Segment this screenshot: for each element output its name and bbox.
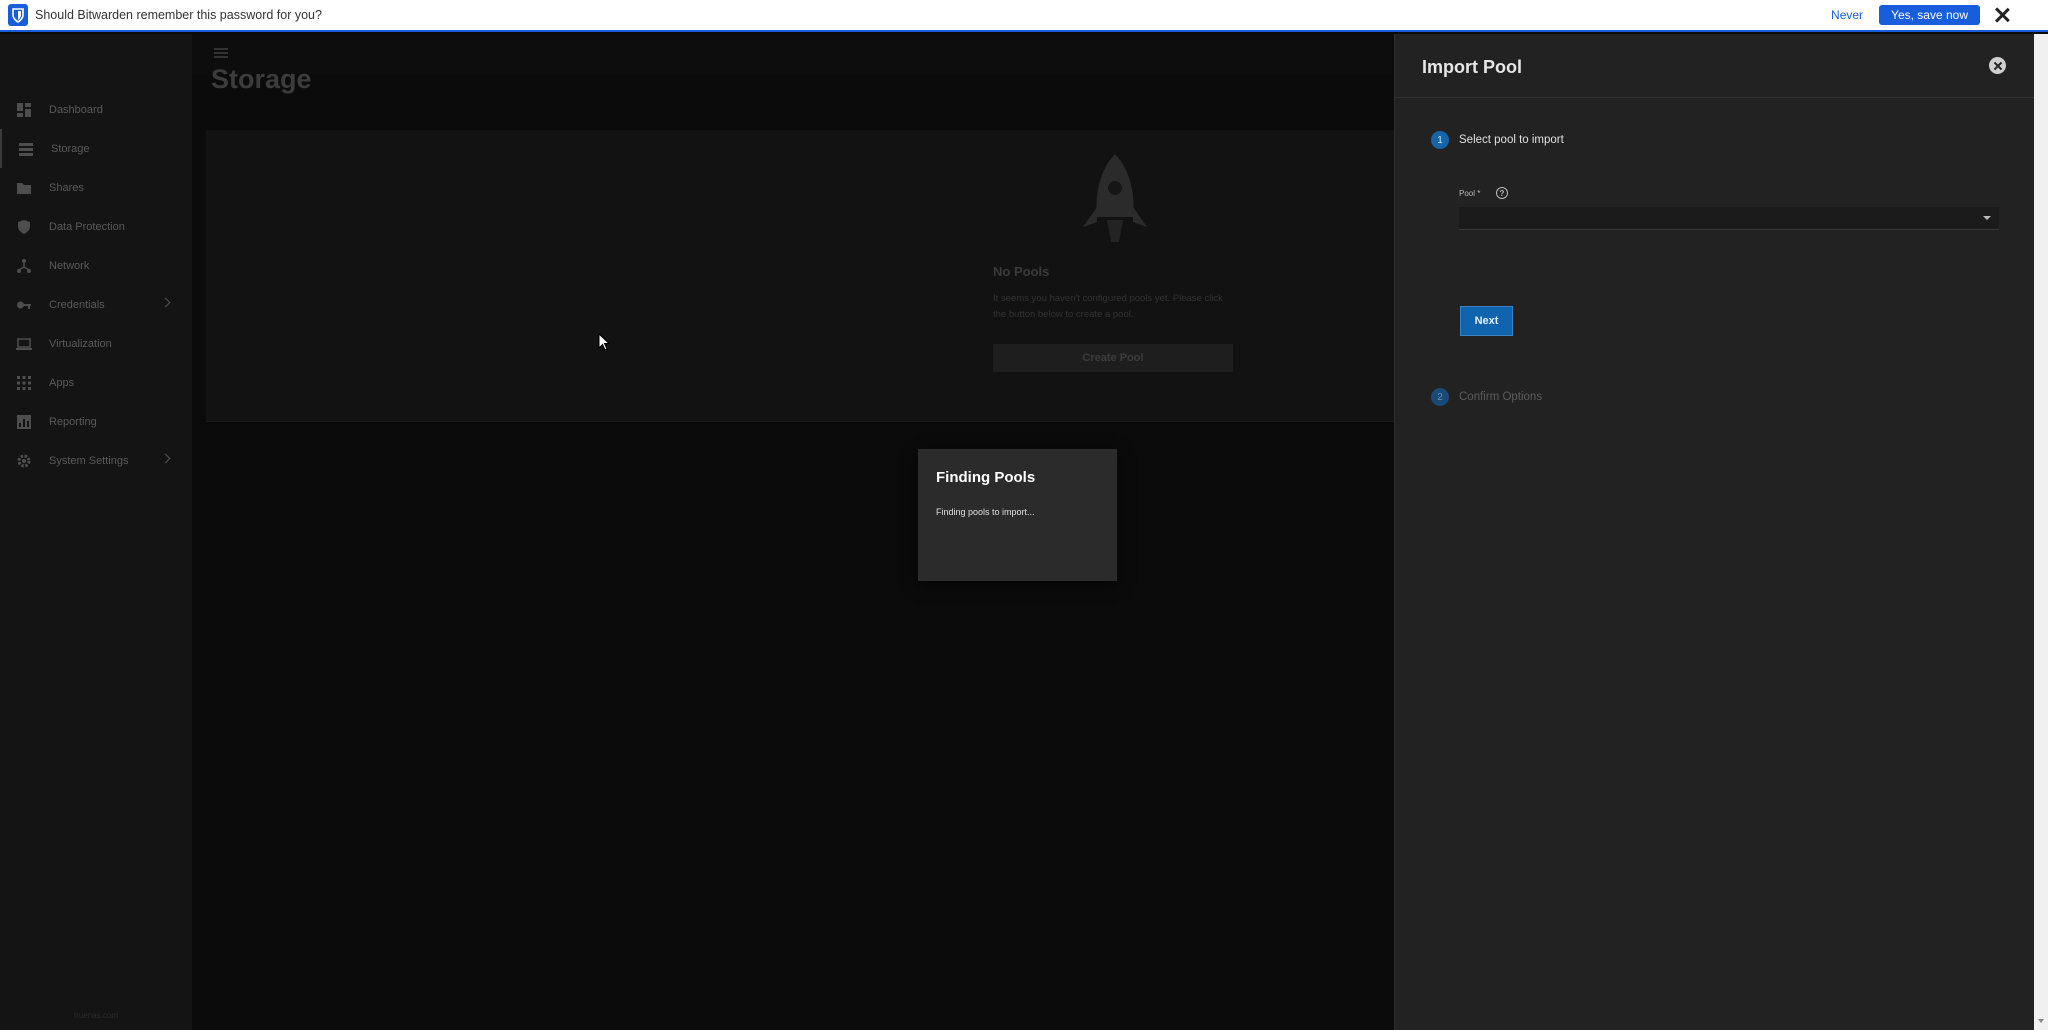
sidebar-footer: truenas.com (73, 1011, 119, 1020)
never-button[interactable]: Never (1831, 8, 1863, 22)
bitwarden-notification-bar: Should Bitwarden remember this password … (0, 0, 2048, 32)
step-number: 1 (1431, 131, 1449, 149)
dashboard-icon (17, 102, 31, 117)
mouse-cursor-icon (598, 333, 610, 351)
sidebar-item-shares[interactable]: Shares (0, 168, 192, 207)
dialog-title: Finding Pools (936, 469, 1036, 486)
save-password-button[interactable]: Yes, save now (1879, 5, 1980, 25)
sidebar-item-label: Reporting (49, 415, 97, 428)
chevron-right-icon (160, 453, 171, 464)
sidebar-item-apps[interactable]: Apps (0, 363, 192, 402)
sidebar-item-label: Data Protection (49, 220, 125, 233)
import-pool-panel: Import Pool 1 Select pool to import Pool… (1394, 34, 2034, 1030)
panel-header: Import Pool (1395, 34, 2034, 98)
storage-icon (19, 142, 33, 156)
key-icon (17, 301, 31, 309)
panel-title: Import Pool (1422, 57, 1522, 77)
sidebar-item-data-protection[interactable]: Data Protection (0, 207, 192, 246)
sidebar-item-dashboard[interactable]: Dashboard (0, 90, 192, 129)
sidebar-item-system-settings[interactable]: System Settings (0, 441, 192, 480)
close-circle-icon[interactable] (1989, 57, 2006, 74)
shield-icon (18, 219, 30, 234)
vertical-scrollbar[interactable] (2034, 34, 2048, 1030)
sidebar-item-label: Credentials (49, 298, 105, 311)
rocket-icon (1083, 154, 1147, 242)
sidebar-item-label: Storage (51, 142, 90, 155)
sidebar-item-virtualization[interactable]: Virtualization (0, 324, 192, 363)
chart-icon (17, 414, 31, 429)
create-pool-button[interactable]: Create Pool (993, 344, 1233, 372)
bitwarden-shield-icon (8, 4, 28, 26)
bitwarden-message: Should Bitwarden remember this password … (35, 8, 322, 22)
next-button[interactable]: Next (1460, 306, 1513, 336)
help-icon[interactable]: ? (1496, 187, 1508, 199)
bitwarden-close-icon[interactable] (1994, 7, 2010, 23)
topbar (192, 34, 1392, 74)
sidebar-item-storage[interactable]: Storage (0, 129, 192, 168)
step-label: Confirm Options (1459, 391, 1543, 403)
step-select-pool[interactable]: 1 Select pool to import (1431, 131, 1564, 149)
empty-state-card (206, 130, 1406, 422)
gear-icon (17, 454, 31, 467)
sidebar-item-label: Dashboard (49, 103, 103, 116)
empty-state-text: It seems you haven't configured pools ye… (993, 293, 1223, 320)
sidebar: Dashboard Storage Shares Data Protection… (0, 34, 192, 1030)
pool-select[interactable] (1459, 207, 1999, 230)
sidebar-top-spacer (0, 34, 192, 90)
pool-field-label: Pool * (1459, 189, 1481, 198)
step-confirm-options[interactable]: 2 Confirm Options (1431, 388, 1542, 406)
apps-grid-icon (17, 375, 31, 390)
sidebar-item-label: Virtualization (49, 337, 112, 350)
dialog-text: Finding pools to import... (936, 507, 1035, 517)
sidebar-item-label: System Settings (49, 454, 129, 467)
network-icon (17, 258, 31, 273)
folder-share-icon (17, 182, 31, 194)
step-label: Select pool to import (1459, 134, 1564, 146)
laptop-icon (16, 337, 32, 350)
step-number: 2 (1431, 388, 1449, 406)
sidebar-item-label: Shares (49, 181, 84, 194)
dropdown-arrow-icon (1983, 216, 1991, 220)
sidebar-item-label: Apps (49, 376, 75, 389)
sidebar-item-network[interactable]: Network (0, 246, 192, 285)
finding-pools-dialog: Finding Pools Finding pools to import... (918, 449, 1117, 581)
menu-icon[interactable] (214, 48, 228, 58)
empty-state-title: No Pools (993, 264, 1050, 279)
page-title: Storage (211, 64, 312, 94)
scroll-down-arrow-icon[interactable] (2038, 1019, 2044, 1023)
chevron-right-icon (160, 297, 171, 308)
sidebar-item-credentials[interactable]: Credentials (0, 285, 192, 324)
sidebar-item-reporting[interactable]: Reporting (0, 402, 192, 441)
sidebar-item-label: Network (49, 259, 90, 272)
